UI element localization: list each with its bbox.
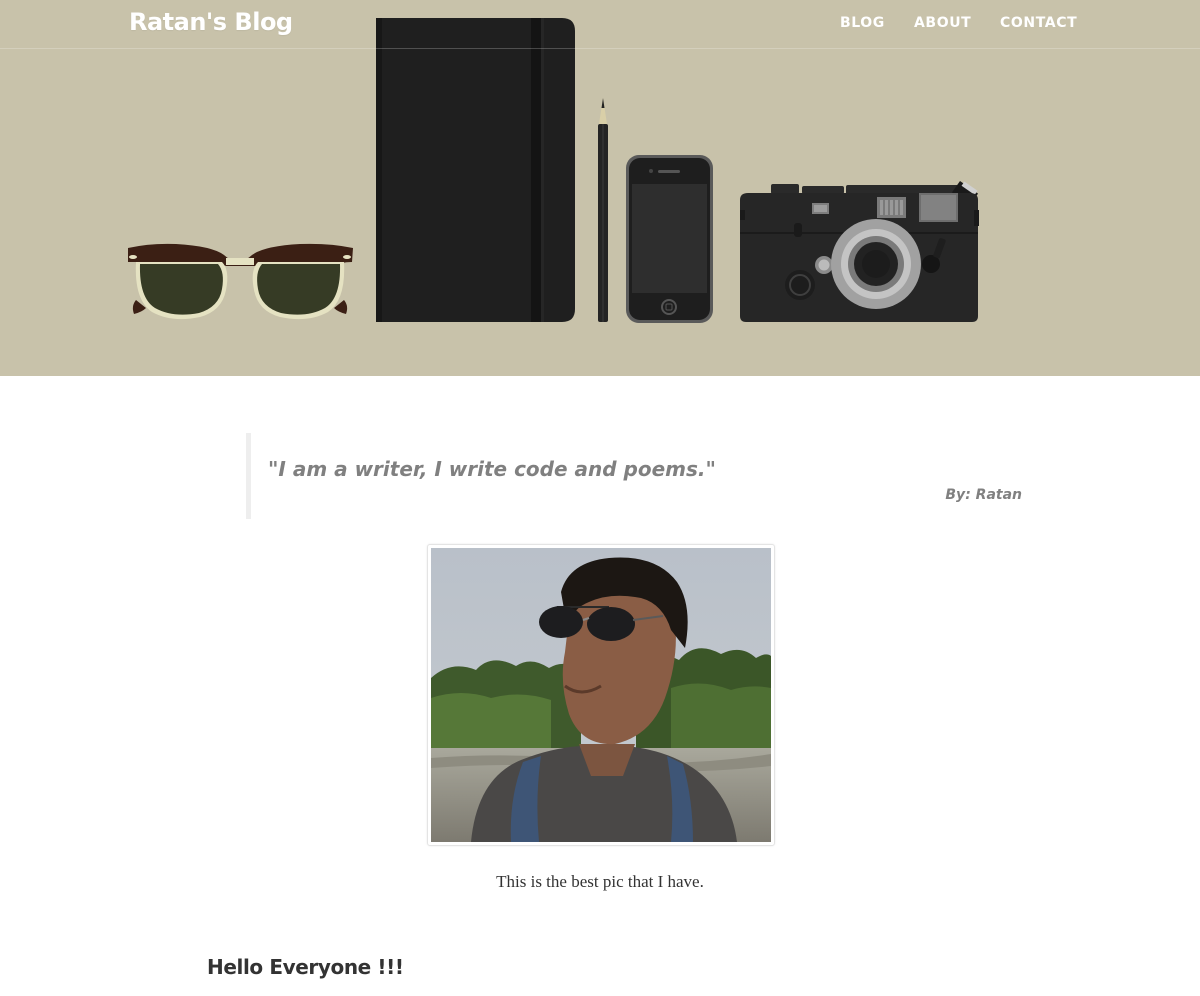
smartphone-icon [626,155,713,323]
quote-author: By: Ratan [945,487,1022,503]
nav-link-blog[interactable]: BLOG [840,15,885,31]
profile-photo-frame [427,544,775,846]
nav-link-about[interactable]: ABOUT [914,15,971,31]
hero-illustration [128,18,979,323]
blockquote: "I am a writer, I write code and poems."… [246,433,1026,519]
camera-icon [740,180,979,322]
photo-caption: This is the best pic that I have. [496,872,704,891]
sunglasses-icon [128,243,353,320]
top-navbar: Ratan's Blog BLOG ABOUT CONTACT [0,0,1200,49]
profile-photo [431,548,771,842]
hero-header: Ratan's Blog BLOG ABOUT CONTACT [0,0,1200,376]
pencil-icon [598,98,608,322]
nav-link-contact[interactable]: CONTACT [1000,15,1077,31]
quote-text: "I am a writer, I write code and poems." [268,457,716,481]
post-heading: Hello Everyone !!! [207,955,404,979]
notebook-icon [376,18,575,322]
nav-links: BLOG ABOUT CONTACT [0,15,1200,35]
